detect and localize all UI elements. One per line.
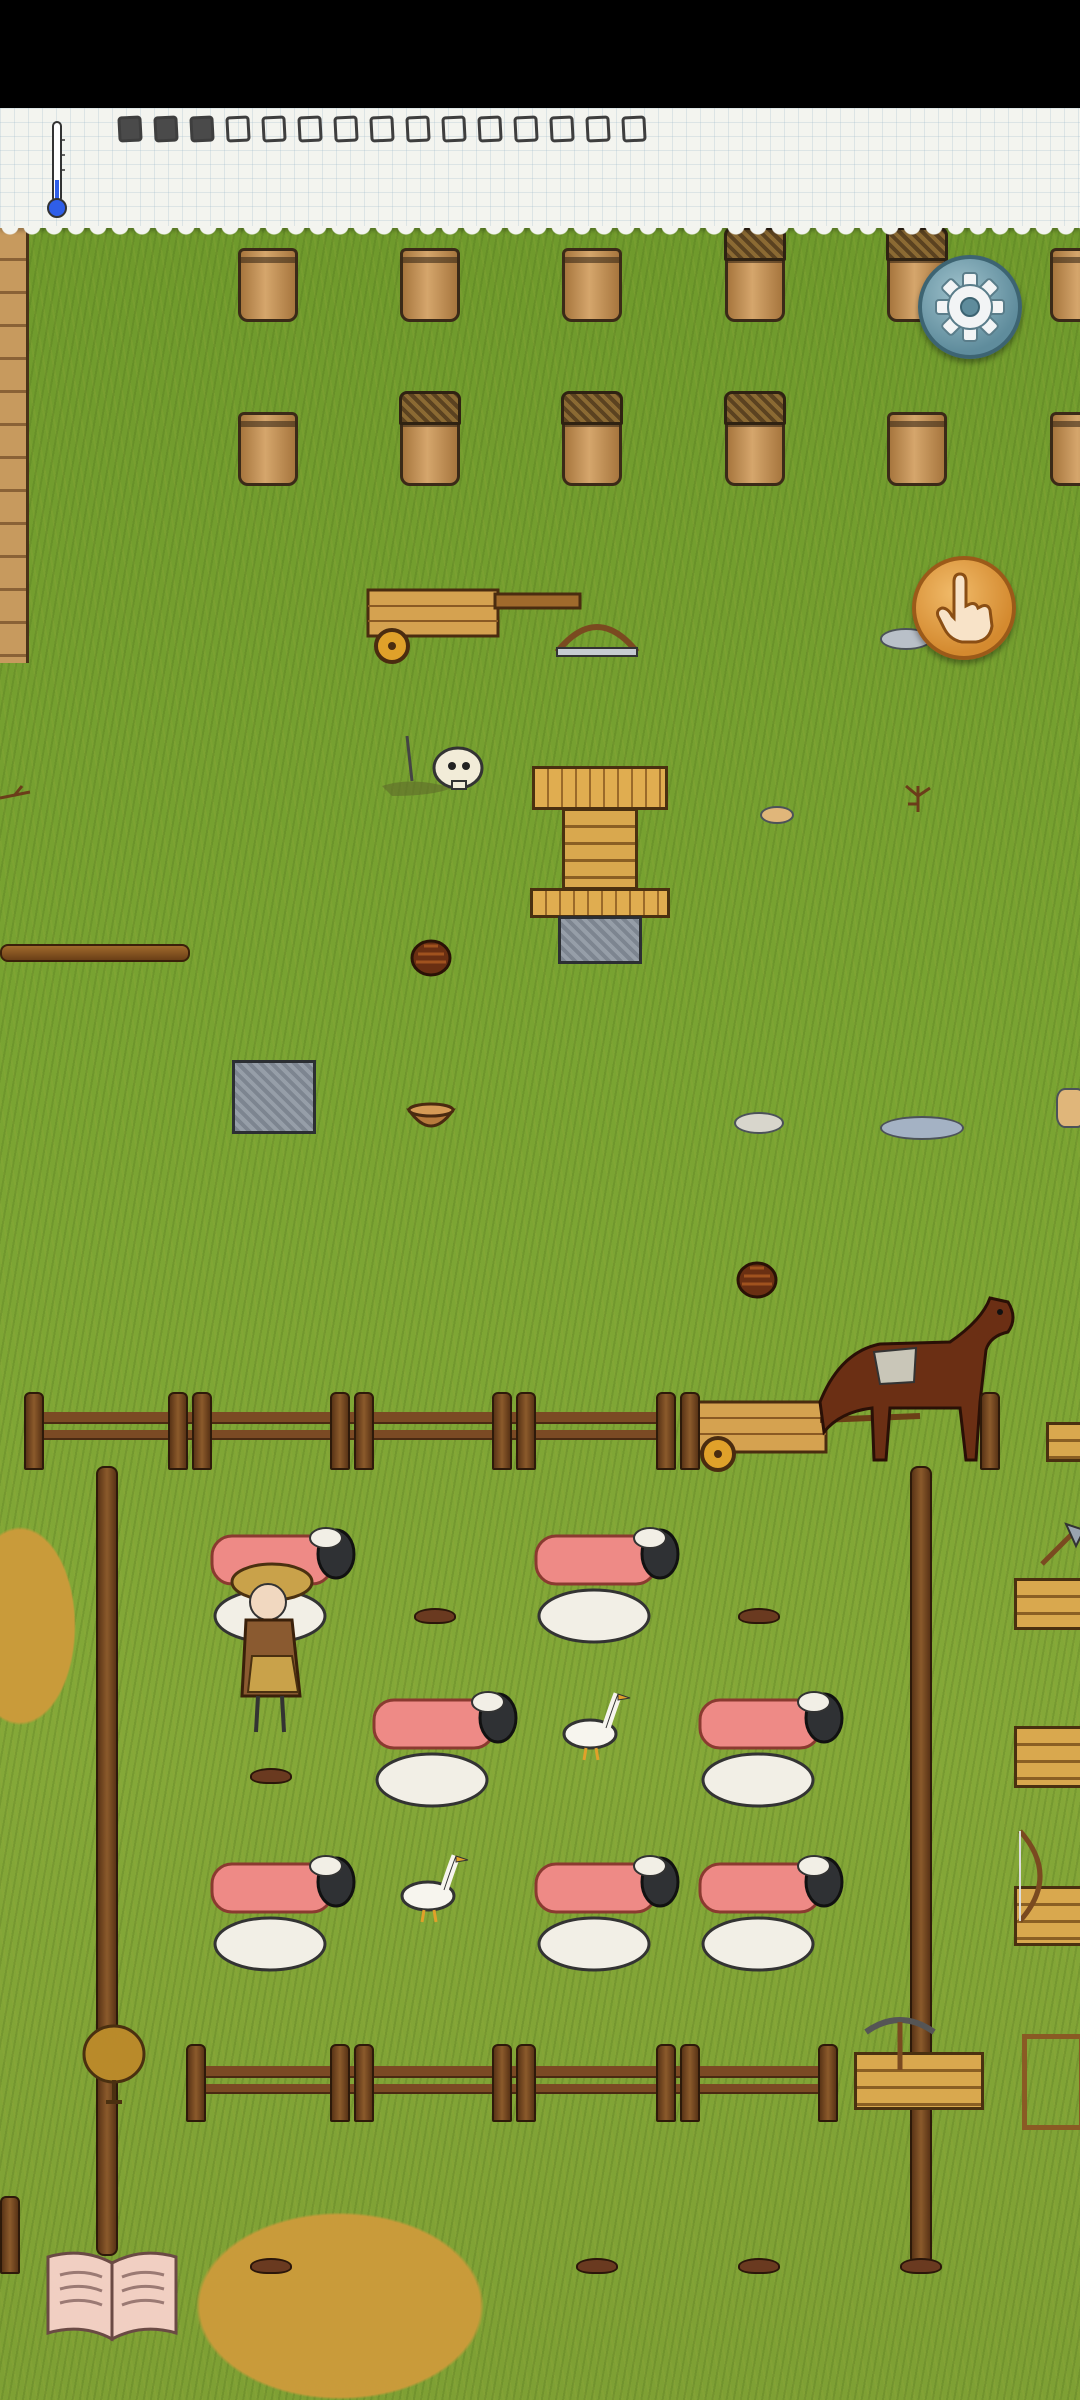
basket[interactable] (562, 248, 622, 322)
fence-side-left[interactable] (96, 1466, 118, 2256)
food-pip-empty (549, 115, 575, 143)
fence-post[interactable] (0, 2196, 20, 2274)
wooden-well[interactable] (530, 766, 670, 966)
fence-post[interactable] (516, 1392, 536, 1470)
food-pip-full (189, 115, 215, 143)
dung-pile[interactable] (738, 2258, 780, 2274)
fence-rail[interactable] (26, 1404, 676, 1446)
fence-post[interactable] (354, 2044, 374, 2122)
dung-pile[interactable] (250, 1768, 292, 1784)
food-pip-full (117, 115, 143, 143)
stacked-plates[interactable] (1056, 1088, 1080, 1128)
domestic-goose[interactable] (556, 1684, 636, 1764)
fence-post[interactable] (492, 1392, 512, 1470)
food-meter (117, 115, 647, 143)
domestic-sheep[interactable] (688, 1670, 848, 1820)
basket[interactable] (1050, 248, 1080, 322)
fence-post[interactable] (680, 2044, 700, 2122)
stone-block[interactable] (232, 1060, 316, 1134)
pickaxe[interactable] (860, 2012, 940, 2072)
flat-stone[interactable] (734, 1112, 784, 1134)
food-pip-empty (369, 115, 395, 143)
game-screen (0, 0, 1080, 2400)
player-character[interactable] (222, 1556, 322, 1736)
long-shaft[interactable] (0, 944, 190, 962)
basket[interactable] (1050, 412, 1080, 486)
interact-button[interactable] (912, 556, 1016, 660)
fence-post[interactable] (330, 1392, 350, 1470)
berry-bush[interactable] (76, 2016, 152, 2106)
food-pip-empty (225, 115, 251, 143)
dung-pile[interactable] (414, 1608, 456, 1624)
domestic-sheep[interactable] (524, 1506, 684, 1656)
dung-pile[interactable] (738, 1608, 780, 1624)
thermometer-icon (47, 121, 67, 218)
basket[interactable] (238, 248, 298, 322)
fence-post[interactable] (192, 1392, 212, 1470)
bow[interactable] (1010, 1826, 1070, 1926)
basket-with-reeds[interactable] (561, 391, 623, 486)
fence-post[interactable] (656, 1392, 676, 1470)
basket-with-reeds[interactable] (724, 391, 786, 486)
food-pip-empty (621, 115, 647, 143)
basket[interactable] (238, 412, 298, 486)
adobe-wall[interactable] (0, 228, 29, 663)
hand-pointer-icon (936, 572, 994, 644)
food-pip-empty (441, 115, 467, 143)
flint-chip[interactable] (880, 1116, 964, 1140)
fence-post[interactable] (492, 2044, 512, 2122)
fence-post[interactable] (680, 1392, 700, 1470)
basket[interactable] (400, 248, 460, 322)
food-pip-empty (261, 115, 287, 143)
twig[interactable] (0, 778, 40, 808)
fence-post[interactable] (168, 1392, 188, 1470)
food-pip-empty (585, 115, 611, 143)
food-pip-empty (333, 115, 359, 143)
small-stone[interactable] (760, 806, 794, 824)
dung-pile[interactable] (900, 2258, 942, 2274)
settings-button[interactable] (918, 255, 1022, 359)
fence-post[interactable] (818, 2044, 838, 2122)
food-pip-empty (513, 115, 539, 143)
basket-with-reeds[interactable] (399, 391, 461, 486)
fence-post[interactable] (186, 2044, 206, 2122)
fence-side-right[interactable] (910, 1466, 932, 2266)
domestic-goose[interactable] (394, 1846, 474, 1926)
fence-post[interactable] (656, 2044, 676, 2122)
domestic-sheep[interactable] (524, 1834, 684, 1984)
domestic-sheep[interactable] (688, 1834, 848, 1984)
horse-cart[interactable] (690, 1292, 1030, 1472)
food-pip-empty (297, 115, 323, 143)
game-world[interactable] (0, 226, 1080, 2400)
empty-crate-frame[interactable] (1022, 2034, 1080, 2130)
food-pip-full (153, 115, 179, 143)
dung-pile[interactable] (576, 2258, 618, 2274)
bow-saw[interactable] (552, 612, 642, 662)
system-status-bar (0, 0, 1080, 108)
recipe-book-button[interactable] (42, 2245, 182, 2345)
basket[interactable] (887, 412, 947, 486)
storage-crate[interactable] (1046, 1422, 1080, 1462)
fence-post[interactable] (980, 1392, 1000, 1470)
fence-post[interactable] (330, 2044, 350, 2122)
basket-with-reeds[interactable] (724, 227, 786, 322)
clay-bowl[interactable] (406, 1102, 456, 1136)
dung-pile[interactable] (250, 2258, 292, 2274)
food-pip-empty (477, 115, 503, 143)
storage-crate[interactable] (1014, 1726, 1080, 1788)
fence-post[interactable] (516, 2044, 536, 2122)
domestic-sheep[interactable] (362, 1670, 522, 1820)
gear-icon (935, 272, 1005, 342)
food-pip-empty (405, 115, 431, 143)
fence-post[interactable] (24, 1392, 44, 1470)
domestic-sheep[interactable] (200, 1834, 360, 1984)
storage-crate[interactable] (1014, 1578, 1080, 1630)
stone-hatchet[interactable] (1036, 1520, 1080, 1570)
skull[interactable] (372, 726, 492, 806)
sapling[interactable] (898, 774, 938, 814)
pine-cone[interactable] (408, 936, 454, 980)
open-book-icon (46, 2251, 178, 2342)
fence-post[interactable] (354, 1392, 374, 1470)
